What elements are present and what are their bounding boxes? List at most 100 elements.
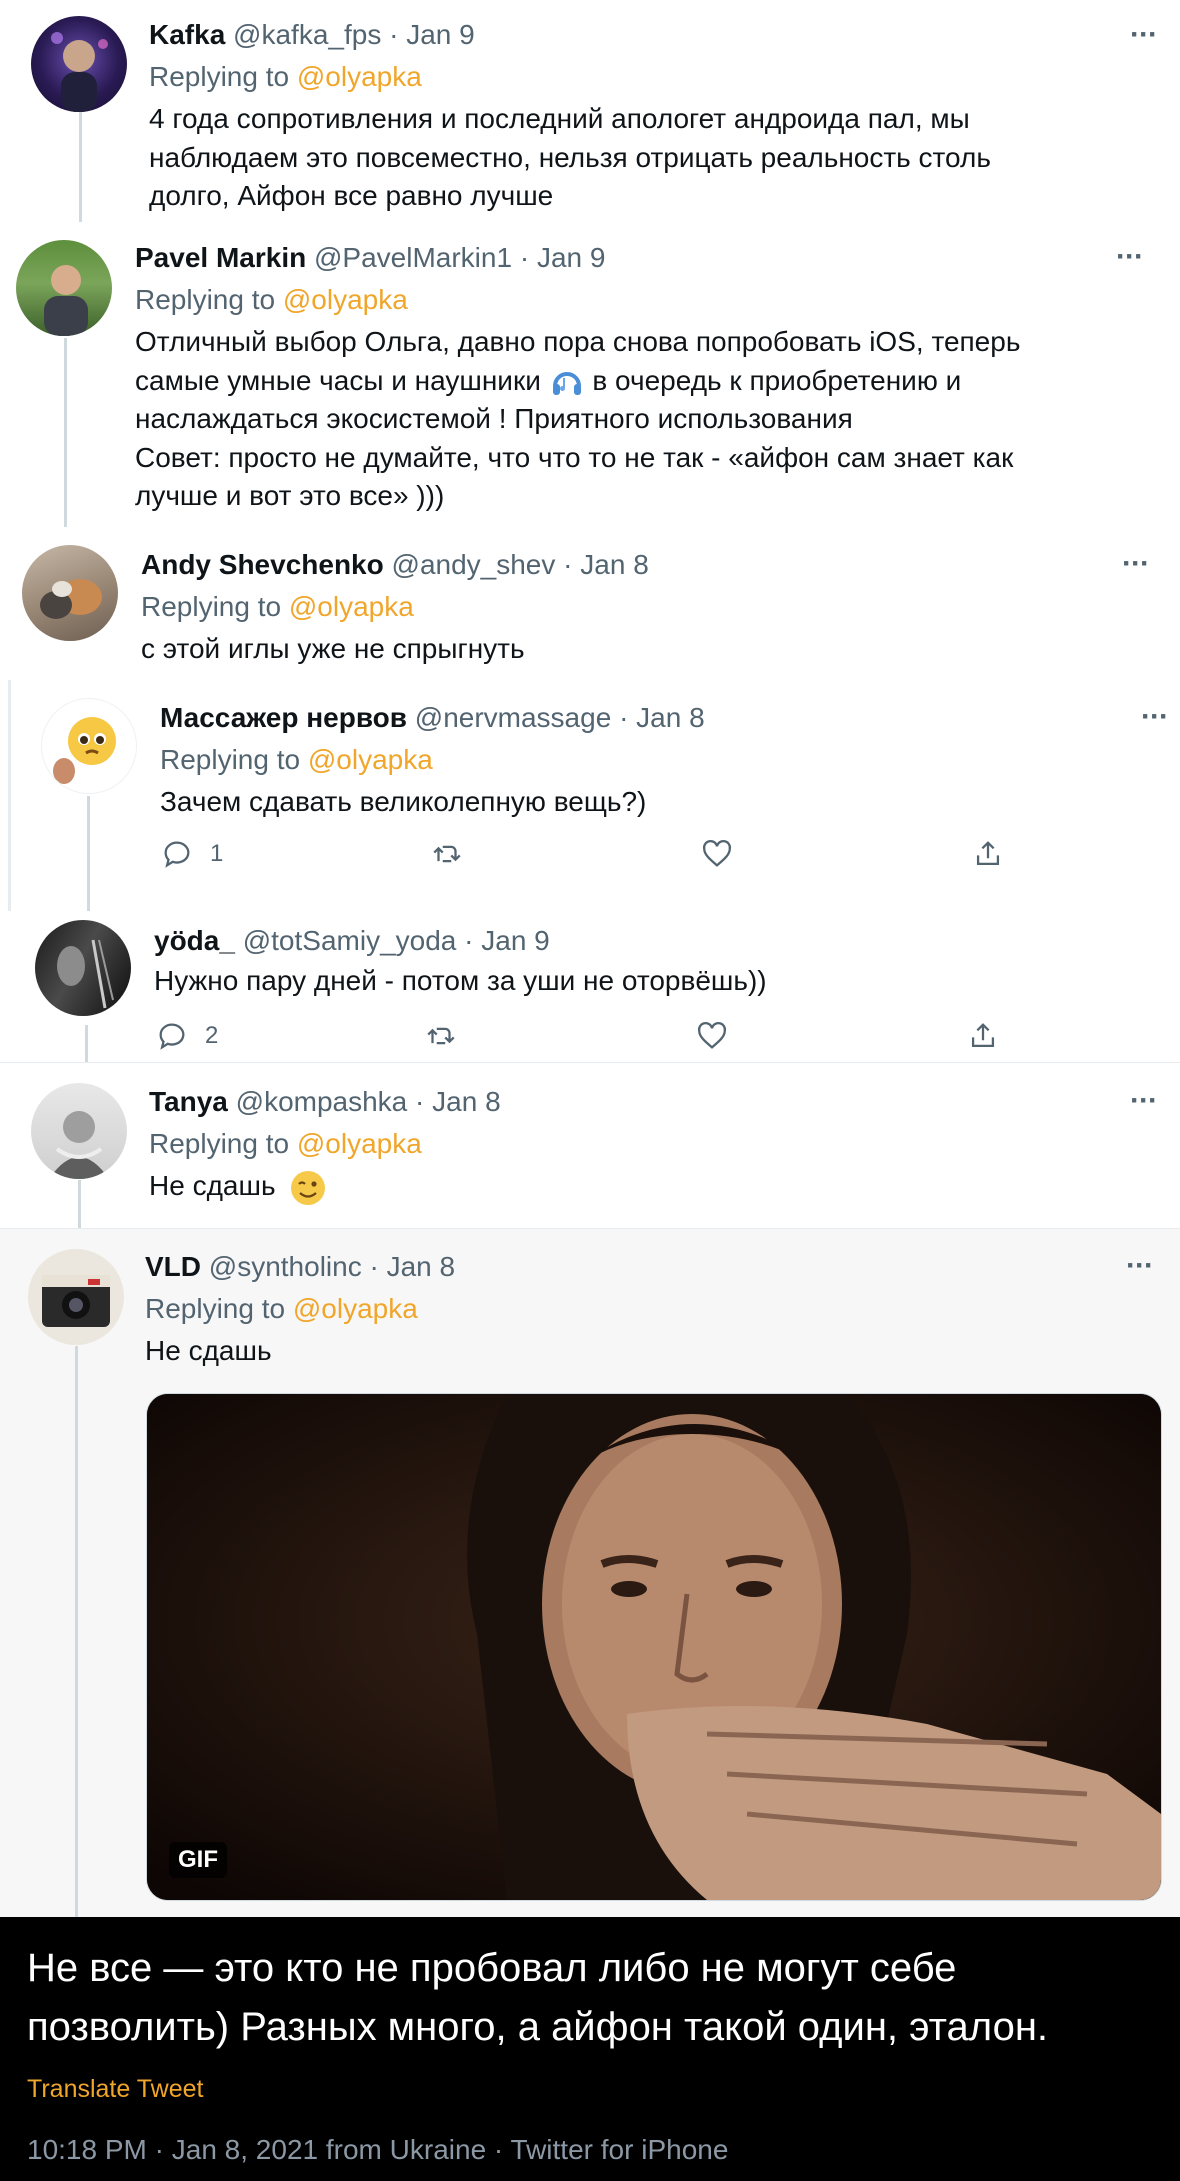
share-button[interactable] (971, 837, 1005, 871)
tweet-yoda[interactable]: yöda_ @totSamiy_yoda · Jan 9 Нужно пару … (0, 911, 1180, 1062)
display-name[interactable]: Tanya (149, 1086, 228, 1117)
tweet-header: Kafka @kafka_fps · Jan 9 (149, 17, 475, 53)
date[interactable]: Jan 9 (406, 19, 475, 50)
share-icon (971, 1023, 995, 1048)
thread-line (8, 680, 11, 911)
heart-icon (702, 839, 732, 867)
separator: · (619, 702, 629, 733)
avatar[interactable] (31, 16, 127, 112)
text-fragment: Не сдашь (149, 1170, 276, 1201)
location: from Ukraine (325, 2134, 487, 2165)
more-icon[interactable]: ··· (1116, 242, 1144, 272)
date[interactable]: Jan 8, 2021 (172, 2134, 318, 2165)
tweet-andy-shevchenko[interactable]: Andy Shevchenko @andy_shev · Jan 8 ··· R… (0, 527, 1180, 680)
headphones-emoji-icon (549, 364, 585, 400)
mention-link[interactable]: @olyapka (297, 1128, 422, 1159)
date[interactable]: Jan 8 (580, 549, 649, 580)
like-button[interactable] (700, 837, 734, 871)
display-name[interactable]: Массажер нервов (160, 702, 407, 733)
retweet-icon (433, 845, 461, 863)
mention-link[interactable]: @olyapka (293, 1293, 418, 1324)
display-name[interactable]: Andy Shevchenko (141, 549, 384, 580)
avatar[interactable] (22, 545, 118, 641)
tweet-text: 4 года сопротивления и последний апологе… (149, 100, 991, 216)
separator: · (563, 549, 573, 580)
replying-to: Replying to @olyapka (160, 742, 433, 778)
date[interactable]: Jan 8 (636, 702, 705, 733)
avatar[interactable] (16, 240, 112, 336)
display-name[interactable]: VLD (145, 1251, 201, 1282)
display-name[interactable]: yöda_ (154, 925, 235, 956)
tweet-header: Andy Shevchenko @andy_shev · Jan 8 (141, 547, 649, 583)
date[interactable]: Jan 8 (387, 1251, 456, 1282)
tweet-header: Tanya @kompashka · Jan 8 (149, 1084, 501, 1120)
tweet-text: с этой иглы уже не спрыгнуть (141, 633, 525, 664)
handle[interactable]: @kompashka (236, 1086, 408, 1117)
heart-icon (697, 1021, 727, 1049)
replying-label: Replying to (145, 1293, 286, 1324)
tweet-timestamp: 10:18 PM · Jan 8, 2021 from Ukraine · Tw… (27, 2134, 728, 2166)
replying-to: Replying to @olyapka (145, 1291, 418, 1327)
tweet-pavel-markin[interactable]: Pavel Markin @PavelMarkin1 · Jan 9 ··· R… (0, 222, 1180, 527)
more-icon[interactable]: ··· (1130, 1086, 1158, 1116)
handle[interactable]: @andy_shev (392, 549, 556, 580)
tweet-header: yöda_ @totSamiy_yoda · Jan 9 (154, 923, 550, 959)
thread-line (85, 1025, 88, 1062)
text-line: лучше и вот это все» ))) (135, 480, 445, 512)
handle[interactable]: @kafka_fps (233, 19, 381, 50)
translate-tweet-link[interactable]: Translate Tweet (27, 2075, 203, 2104)
handle[interactable]: @nervmassage (415, 702, 612, 733)
mention-link[interactable]: @olyapka (297, 61, 422, 92)
client-app[interactable]: Twitter for iPhone (511, 2134, 729, 2165)
avatar[interactable] (31, 1083, 127, 1179)
mention-link[interactable]: @olyapka (308, 744, 433, 775)
text-line: Не все — это кто не пробовал либо не мог… (27, 1946, 957, 1990)
date[interactable]: Jan 8 (432, 1086, 501, 1117)
replying-label: Replying to (160, 744, 301, 775)
mention-link[interactable]: @olyapka (283, 284, 408, 315)
text-line: долго, Айфон все равно лучше (149, 180, 554, 211)
mention-link[interactable]: @olyapka (289, 591, 414, 622)
replying-label: Replying to (135, 284, 276, 315)
handle[interactable]: @totSamiy_yoda (243, 925, 457, 956)
reply-count: 2 (205, 1022, 219, 1049)
text-line: наслаждаться экосистемой ! Приятного исп… (135, 403, 853, 435)
tweet-nervmassage[interactable]: Массажер нервов @nervmassage · Jan 8 ···… (0, 680, 1180, 911)
date[interactable]: Jan 9 (481, 925, 550, 956)
gif-frame-image (147, 1394, 1161, 1900)
time[interactable]: 10:18 PM (27, 2134, 147, 2165)
more-icon[interactable]: ··· (1126, 1251, 1154, 1281)
more-icon[interactable]: ··· (1122, 549, 1150, 579)
reply-button[interactable]: 2 (155, 1019, 218, 1053)
display-name[interactable]: Pavel Markin (135, 242, 306, 273)
tweet-tanya[interactable]: Tanya @kompashka · Jan 8 ··· Replying to… (0, 1063, 1180, 1228)
more-icon[interactable]: ··· (1141, 702, 1169, 732)
tweet-kafka[interactable]: Kafka @kafka_fps · Jan 9 ··· Replying to… (0, 0, 1180, 222)
separator: · (493, 2134, 504, 2165)
gif-media[interactable]: GIF (146, 1393, 1162, 1901)
avatar[interactable] (28, 1249, 124, 1345)
replying-to: Replying to @olyapka (135, 282, 408, 318)
handle[interactable]: @syntholinc (209, 1251, 362, 1282)
replying-label: Replying to (149, 1128, 290, 1159)
separator: · (369, 1251, 379, 1282)
like-button[interactable] (695, 1019, 729, 1053)
thread-line (75, 1346, 78, 1918)
date[interactable]: Jan 9 (537, 242, 606, 273)
separator: · (415, 1086, 425, 1117)
display-name[interactable]: Kafka (149, 19, 225, 50)
share-button[interactable] (966, 1019, 1000, 1053)
handle[interactable]: @PavelMarkin1 (314, 242, 512, 273)
retweet-button[interactable] (430, 837, 464, 871)
avatar[interactable] (41, 698, 137, 794)
reply-button[interactable]: 1 (160, 837, 223, 871)
tweet-text: Не сдашь (145, 1335, 272, 1366)
avatar[interactable] (35, 920, 131, 1016)
separator: · (464, 925, 474, 956)
main-tweet-text: Не все — это кто не пробовал либо не мог… (27, 1939, 1048, 2057)
retweet-button[interactable] (424, 1019, 458, 1053)
reply-icon (164, 841, 190, 868)
more-icon[interactable]: ··· (1130, 20, 1158, 50)
replying-to: Replying to @olyapka (149, 1126, 422, 1162)
tweet-text: Не сдашь (149, 1167, 327, 1207)
